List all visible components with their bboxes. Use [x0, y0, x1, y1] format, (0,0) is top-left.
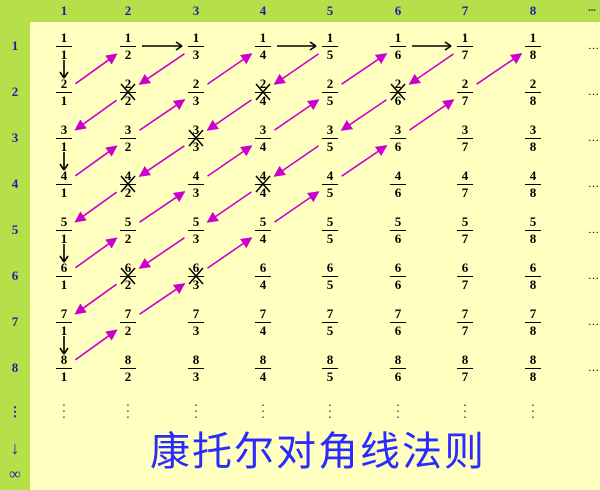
- cross-mark: [188, 267, 204, 285]
- cross-mark: [120, 175, 136, 193]
- column-header: 1: [60, 3, 68, 18]
- row-header: 2: [11, 84, 19, 99]
- row-header: 1: [11, 38, 19, 53]
- path-arrow: [138, 145, 185, 177]
- path-arrow: [206, 191, 252, 223]
- path-arrow: [409, 99, 455, 131]
- path-arrow: [274, 99, 320, 131]
- path-arrow: [139, 283, 186, 315]
- path-arrow: [341, 53, 388, 85]
- row-header: 5: [11, 222, 19, 237]
- path-arrow: [74, 237, 118, 269]
- path-arrow: [207, 145, 253, 177]
- path-arrow: [74, 191, 118, 223]
- row-header: 6: [11, 268, 19, 283]
- path-arrow: [476, 53, 523, 85]
- path-arrow: [207, 53, 253, 85]
- path-arrow: [138, 237, 185, 269]
- down-arrow-icon: ↓: [10, 438, 20, 458]
- row-header: ⋮: [8, 404, 22, 419]
- cross-mark: [390, 83, 406, 101]
- page-title: 康托尔对角线法则: [150, 429, 486, 475]
- cross-mark: [255, 83, 271, 101]
- path-arrow: [341, 145, 388, 177]
- column-header: ...: [588, 3, 596, 14]
- path-arrow: [138, 53, 185, 85]
- cross-mark: [120, 267, 136, 285]
- column-header: 5: [326, 3, 334, 18]
- path-arrow: [74, 145, 118, 177]
- path-arrow: [273, 145, 319, 177]
- path-arrow: [74, 329, 118, 361]
- path-arrow: [74, 99, 118, 131]
- row-header: 7: [11, 314, 19, 329]
- cantor-diagram: 1 1 1 2 1 3 1 4 1 5 1 6 1 7 1 8… 2 1 2 2 2 3 2 4 2 5 2 6 2 7 2 8… 3 1 3 2 3 3…: [0, 0, 600, 490]
- path-arrow: [207, 237, 253, 269]
- column-header: 2: [124, 3, 132, 18]
- path-arrow: [74, 53, 118, 85]
- path-arrow: [206, 99, 252, 131]
- cross-mark: [255, 175, 271, 193]
- column-header: 6: [394, 3, 402, 18]
- infinity-label: ∞: [9, 466, 21, 483]
- column-header: 8: [529, 3, 537, 18]
- cross-mark: [188, 129, 204, 147]
- row-header: 3: [11, 130, 19, 145]
- cross-mark: [120, 83, 136, 101]
- column-header: 3: [192, 3, 200, 18]
- path-arrow: [139, 99, 186, 131]
- row-header: 8: [11, 360, 19, 375]
- path-arrow: [139, 191, 186, 223]
- column-header: 4: [259, 3, 267, 18]
- row-header: 4: [11, 176, 19, 191]
- diagonal-path: [59, 41, 523, 361]
- path-arrow: [340, 99, 387, 131]
- column-header: 7: [461, 3, 469, 18]
- path-arrow: [274, 191, 320, 223]
- path-arrow: [273, 53, 319, 85]
- path-arrow: [408, 53, 454, 85]
- path-arrow: [74, 283, 118, 315]
